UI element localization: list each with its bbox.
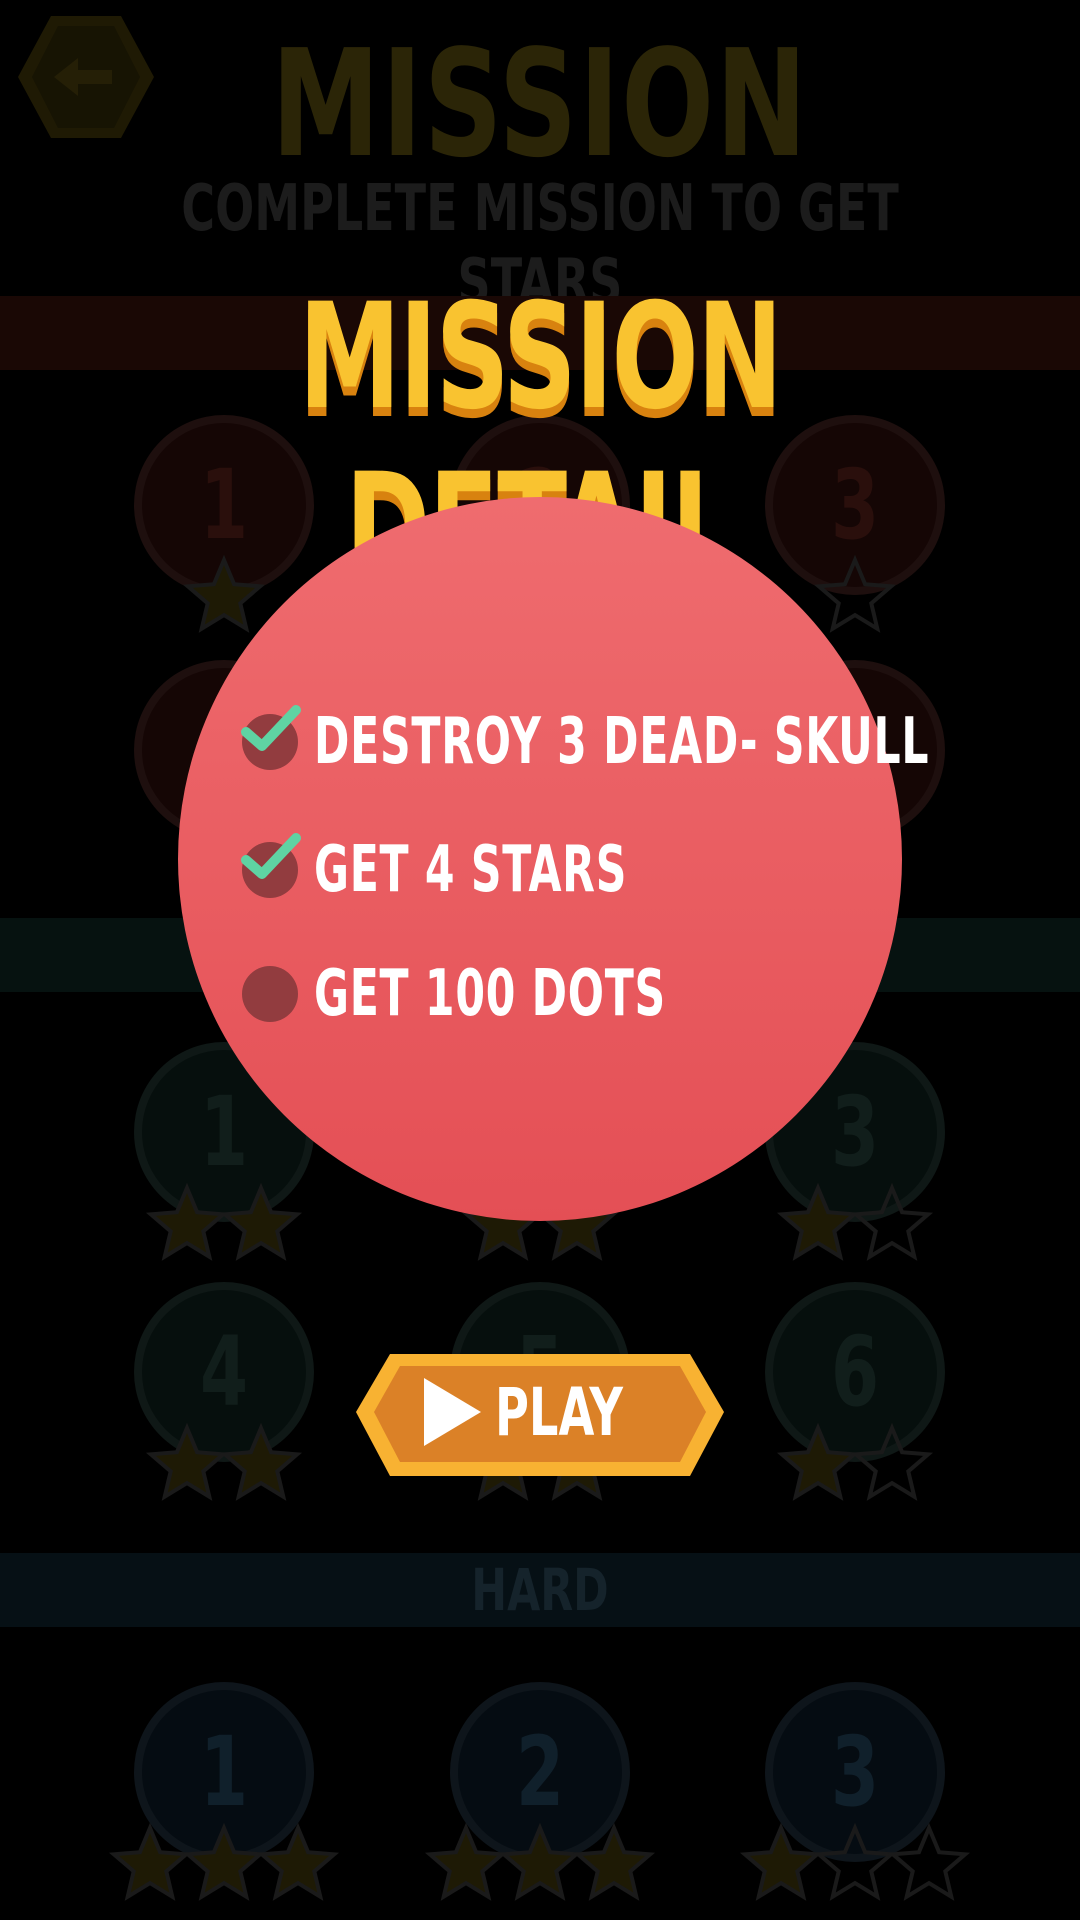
star-icon	[813, 1822, 897, 1901]
mission-item: DESTROY 3 DEAD- SKULL	[241, 705, 1080, 779]
star-icon	[145, 1182, 229, 1261]
mission-detail-panel: DESTROY 3 DEAD- SKULL GET 4 STARS GET 10…	[178, 497, 929, 1221]
star-icon	[145, 1422, 229, 1501]
star-icon	[887, 1822, 971, 1901]
star-icon	[850, 1182, 934, 1261]
star-icon	[776, 1182, 860, 1261]
checkmark-icon	[241, 705, 301, 751]
mission-text: GET 4 STARS	[314, 833, 628, 907]
star-icon	[219, 1422, 303, 1501]
star-icon	[572, 1822, 656, 1901]
star-icon	[256, 1822, 340, 1901]
star-icon	[850, 1422, 934, 1501]
star-icon	[219, 1182, 303, 1261]
star-icon	[182, 1822, 266, 1901]
star-icon	[424, 1822, 508, 1901]
mission-status-dot	[241, 705, 301, 770]
mission-status-dot	[242, 966, 298, 1022]
mission-item: GET 4 STARS	[241, 833, 737, 907]
star-icon	[498, 1822, 582, 1901]
mission-status-dot	[241, 833, 301, 898]
star-icon	[108, 1822, 192, 1901]
mission-text: DESTROY 3 DEAD- SKULL	[314, 705, 930, 779]
checkmark-icon	[241, 833, 301, 879]
star-icon	[739, 1822, 823, 1901]
star-icon	[776, 1422, 860, 1501]
mission-text: GET 100 DOTS	[314, 957, 666, 1031]
play-label: PLAY	[495, 1374, 623, 1451]
mission-item: GET 100 DOTS	[242, 957, 790, 1031]
